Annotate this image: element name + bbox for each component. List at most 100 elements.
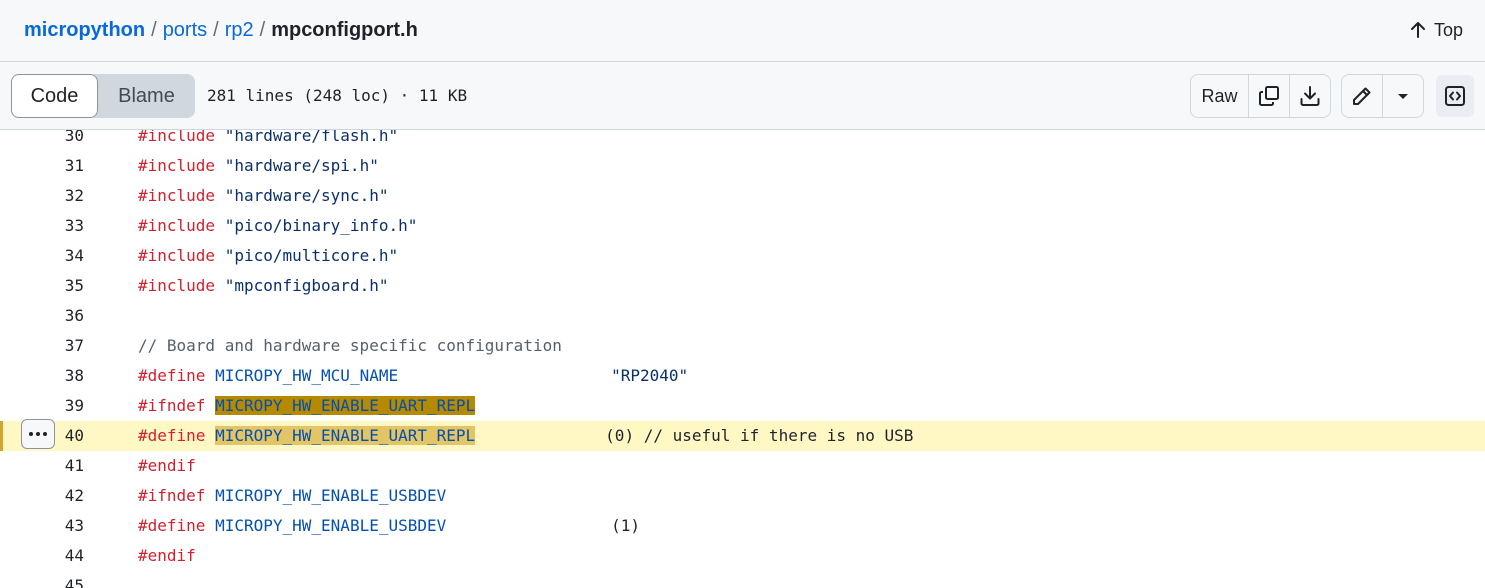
symbols-panel-button[interactable] <box>1436 75 1474 117</box>
line-number[interactable]: 38 <box>40 361 84 391</box>
top-button-label: Top <box>1433 19 1463 40</box>
preprocessor-directive: #define <box>138 366 206 385</box>
code-line: 41 #endif <box>0 451 1485 481</box>
download-icon <box>1300 86 1320 106</box>
code-line: 32 #include "hardware/sync.h" <box>0 181 1485 211</box>
line-number[interactable]: 39 <box>40 391 84 421</box>
code-line: 33 #include "pico/binary_info.h" <box>0 211 1485 241</box>
more-edit-options-button[interactable] <box>1383 75 1423 117</box>
code-line: 37 // Board and hardware specific config… <box>0 331 1485 361</box>
macro-name-selected: MICROPY_HW_ENABLE_UART_REPL <box>215 426 476 445</box>
download-button[interactable] <box>1290 75 1330 117</box>
line-code: #include "pico/multicore.h" <box>138 241 398 271</box>
edit-file-button[interactable] <box>1342 75 1383 117</box>
macro-value: (0) // useful if there is no USB <box>605 426 914 445</box>
breadcrumb: micropython / ports / rp2/mpconfigport.h <box>24 17 418 43</box>
line-number[interactable]: 45 <box>40 571 84 588</box>
macro-name: MICROPY_HW_ENABLE_USBDEV <box>215 516 447 535</box>
line-number[interactable]: 34 <box>40 241 84 271</box>
code-line: 30 #include "hardware/flash.h" <box>0 130 1485 151</box>
code-line: 36 <box>0 301 1485 331</box>
preprocessor-directive: #endif <box>138 456 196 475</box>
line-code: #include "pico/binary_info.h" <box>138 211 417 241</box>
code-line: 35 #include "mpconfigboard.h" <box>0 271 1485 301</box>
preprocessor-directive: #ifndef <box>138 396 206 415</box>
code-line: 44 #endif <box>0 541 1485 571</box>
code-view: 30 #include "hardware/flash.h" 31 #inclu… <box>0 130 1485 588</box>
code-line: 45 <box>0 571 1485 588</box>
preprocessor-directive: #define <box>138 516 206 535</box>
code-comment: // Board and hardware specific configura… <box>138 336 562 355</box>
preprocessor-directive: #include <box>138 156 216 175</box>
file-actions-group: Raw <box>1190 74 1331 118</box>
include-path: "mpconfigboard.h" <box>224 276 389 295</box>
line-number[interactable]: 35 <box>40 271 84 301</box>
line-code: #endif <box>138 541 196 571</box>
line-code: #include "mpconfigboard.h" <box>138 271 388 301</box>
line-code: #include "hardware/spi.h" <box>138 151 379 181</box>
pencil-icon <box>1353 87 1371 105</box>
code-square-icon <box>1445 86 1465 106</box>
preprocessor-directive: #include <box>138 216 216 235</box>
include-path: "pico/binary_info.h" <box>224 216 418 235</box>
copy-raw-button[interactable] <box>1249 75 1290 117</box>
macro-name: MICROPY_HW_MCU_NAME <box>215 366 399 385</box>
macro-name-match: MICROPY_HW_ENABLE_UART_REPL <box>215 396 476 415</box>
copy-icon <box>1259 86 1279 106</box>
line-number[interactable]: 36 <box>40 301 84 331</box>
include-path: "pico/multicore.h" <box>224 246 399 265</box>
line-number[interactable]: 44 <box>40 541 84 571</box>
triangle-down-icon <box>1398 94 1408 99</box>
line-number[interactable]: 33 <box>40 211 84 241</box>
line-number[interactable]: 31 <box>40 151 84 181</box>
breadcrumb-rp2-link[interactable]: rp2 <box>225 19 254 41</box>
file-info: 281 lines (248 loc) · 11 KB <box>207 86 468 105</box>
line-number[interactable]: 43 <box>40 511 84 541</box>
breadcrumb-ports-link[interactable]: ports <box>163 19 207 41</box>
code-line: 31 #include "hardware/spi.h" <box>0 151 1485 181</box>
preprocessor-directive: #include <box>138 276 216 295</box>
include-path: "hardware/spi.h" <box>224 156 379 175</box>
preprocessor-directive: #ifndef <box>138 486 206 505</box>
line-code: #include "hardware/sync.h" <box>138 181 388 211</box>
breadcrumb-bar: micropython / ports / rp2/mpconfigport.h Top <box>0 0 1485 62</box>
code-line: 34 #include "pico/multicore.h" <box>0 241 1485 271</box>
line-number[interactable]: 40 <box>40 421 84 451</box>
code-line: 39 #ifndef MICROPY_HW_ENABLE_UART_REPL <box>0 391 1485 421</box>
line-number[interactable]: 37 <box>40 331 84 361</box>
line-code: #define MICROPY_HW_ENABLE_USBDEV (1) <box>138 511 640 541</box>
include-path: "hardware/sync.h" <box>224 186 389 205</box>
tab-blame[interactable]: Blame <box>98 74 195 118</box>
line-number[interactable]: 30 <box>40 130 84 151</box>
line-code: #ifndef MICROPY_HW_ENABLE_UART_REPL <box>138 391 476 421</box>
code-line: 43 #define MICROPY_HW_ENABLE_USBDEV (1) <box>0 511 1485 541</box>
breadcrumb-separator: / <box>213 19 219 41</box>
macro-value: (1) <box>611 516 640 535</box>
line-number[interactable]: 41 <box>40 451 84 481</box>
edit-actions-group <box>1341 74 1424 118</box>
include-path: "hardware/flash.h" <box>224 130 399 145</box>
preprocessor-directive: #define <box>138 426 206 445</box>
macro-value: "RP2040" <box>611 366 689 385</box>
preprocessor-directive: #include <box>138 246 216 265</box>
line-number[interactable]: 42 <box>40 481 84 511</box>
preprocessor-directive: #include <box>138 130 216 145</box>
line-number[interactable]: 32 <box>40 181 84 211</box>
line-code: #ifndef MICROPY_HW_ENABLE_USBDEV <box>138 481 446 511</box>
line-highlight-marker <box>0 421 3 451</box>
line-code: #endif <box>138 451 196 481</box>
code-line-highlighted: 40 #define MICROPY_HW_ENABLE_UART_REPL (0… <box>0 419 1485 451</box>
line-code: #define MICROPY_HW_MCU_NAME "RP2040" <box>138 361 688 391</box>
breadcrumb-repo-link[interactable]: micropython <box>24 19 145 41</box>
raw-button[interactable]: Raw <box>1191 75 1249 117</box>
arrow-up-icon <box>1410 22 1425 38</box>
top-button[interactable]: Top <box>1408 17 1463 43</box>
macro-name: MICROPY_HW_ENABLE_USBDEV <box>215 486 447 505</box>
tab-code[interactable]: Code <box>11 74 98 118</box>
code-line: 38 #define MICROPY_HW_MCU_NAME "RP2040" <box>0 361 1485 391</box>
code-line: 42 #ifndef MICROPY_HW_ENABLE_USBDEV <box>0 481 1485 511</box>
view-mode-toggle: Code Blame <box>11 74 195 118</box>
breadcrumb-file-name: mpconfigport.h <box>271 19 418 41</box>
preprocessor-directive: #endif <box>138 546 196 565</box>
code-lines: 30 #include "hardware/flash.h" 31 #inclu… <box>0 130 1485 588</box>
